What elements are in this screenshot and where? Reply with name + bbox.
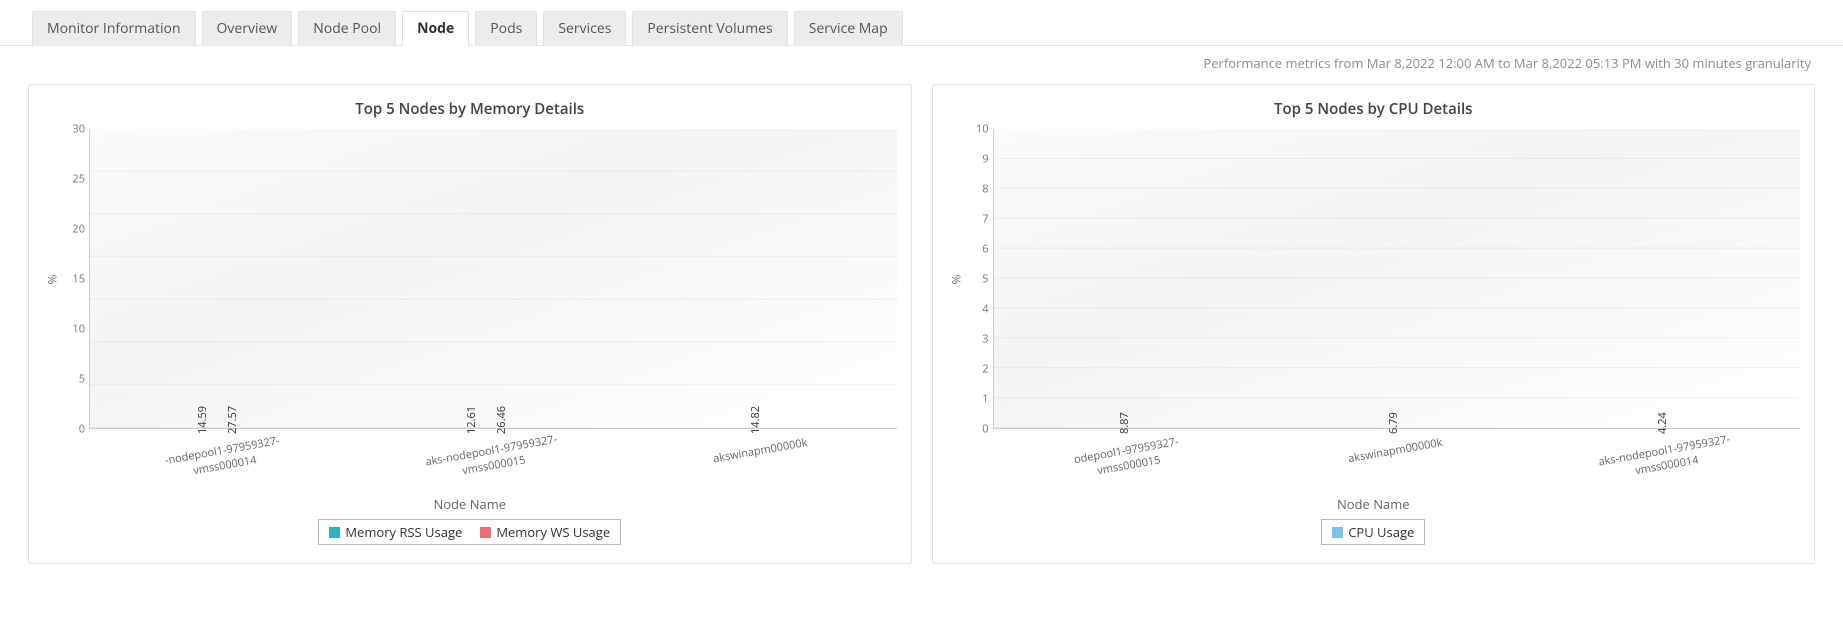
tab-monitor-info[interactable]: Monitor Information — [32, 11, 196, 46]
tab-overview[interactable]: Overview — [202, 11, 293, 46]
legend-label: CPU Usage — [1348, 523, 1414, 541]
bar-value-label: 4.24 — [1655, 412, 1670, 434]
ytick: 25 — [72, 172, 85, 187]
bar-value-label: 26.46 — [494, 406, 509, 434]
chart-cpu-body: % 012345678910 8.876.794.24 — [947, 129, 1801, 429]
legend-swatch — [1332, 527, 1343, 538]
ytick: 0 — [79, 422, 85, 437]
xlabel: aks-nodepool1-97959327- vmss000015 — [358, 420, 628, 496]
bar-value-label: 14.82 — [748, 406, 763, 434]
chart-memory: Top 5 Nodes by Memory Details % 0 5 10 15 20… — [28, 84, 912, 564]
tab-node[interactable]: Node — [402, 11, 469, 46]
bar-value-label: 12.61 — [464, 406, 479, 434]
ytick: 20 — [72, 222, 85, 237]
chart-memory-title: Top 5 Nodes by Memory Details — [43, 99, 897, 119]
ytick: 5 — [79, 372, 85, 387]
charts-row: Top 5 Nodes by Memory Details % 05101520… — [0, 76, 1843, 584]
ytick: 8 — [982, 182, 988, 197]
ytick: 10 — [72, 322, 85, 337]
chart-memory-xaxis-title: Node Name — [43, 495, 897, 513]
chart-memory-ylabel: % — [43, 129, 61, 429]
chart-cpu-legend: CPU Usage — [1321, 519, 1425, 545]
tab-service-map[interactable]: Service Map — [794, 11, 903, 46]
chart-cpu-title: Top 5 Nodes by CPU Details — [947, 99, 1801, 119]
chart-memory-xlabels: -nodepool1-97959327- vmss000014aks-nodep… — [43, 443, 897, 473]
ytick: 1 — [982, 392, 988, 407]
tab-pv[interactable]: Persistent Volumes — [632, 11, 787, 46]
bar-value-label: 6.79 — [1386, 412, 1401, 434]
tabs-bar: Monitor InformationOverviewNode PoolNode… — [0, 0, 1843, 46]
chart-cpu-plot: 8.876.794.24 — [993, 129, 1801, 429]
tab-node-pool[interactable]: Node Pool — [298, 11, 396, 46]
chart-memory-legend: Memory RSS Usage Memory WS Usage — [318, 519, 621, 545]
ytick: 4 — [982, 302, 988, 317]
chart-cpu-xlabels: odepool1-97959327- vmss000015akswinapm00… — [947, 443, 1801, 473]
chart-cpu: Top 5 Nodes by CPU Details % 0 1 2 3 4 5 6 7 8 9 1… — [932, 84, 1816, 564]
ytick: 0 — [982, 422, 988, 437]
tab-services[interactable]: Services — [543, 11, 626, 46]
time-range-text: Performance metrics from Mar 8,2022 12:0… — [0, 46, 1843, 76]
chart-memory-body: % 051015202530 14.5927.5712.6126.4614.82 — [43, 129, 897, 429]
legend-item[interactable]: CPU Usage — [1332, 523, 1414, 541]
legend-swatch — [329, 527, 340, 538]
ytick: 3 — [982, 332, 988, 347]
ytick: 5 — [982, 272, 988, 287]
legend-label: Memory WS Usage — [496, 523, 610, 541]
legend-label: Memory RSS Usage — [345, 523, 462, 541]
legend-swatch — [480, 527, 491, 538]
bar-value-label: 8.87 — [1117, 412, 1132, 434]
ytick: 9 — [982, 152, 988, 167]
chart-cpu-yticks: 012345678910 — [965, 129, 993, 429]
bar-value-label: 14.59 — [195, 406, 210, 434]
chart-memory-yticks: 051015202530 — [61, 129, 89, 429]
bar-value-label: 27.57 — [225, 406, 240, 434]
ytick: 6 — [982, 242, 988, 257]
chart-cpu-xaxis-title: Node Name — [947, 495, 1801, 513]
chart-cpu-ylabel: % — [947, 129, 965, 429]
legend-item[interactable]: Memory WS Usage — [480, 523, 610, 541]
legend-item[interactable]: Memory RSS Usage — [329, 523, 462, 541]
chart-memory-plot: 14.5927.5712.6126.4614.82 — [89, 129, 897, 429]
ytick: 15 — [72, 272, 85, 287]
ytick: 10 — [976, 122, 989, 137]
ytick: 7 — [982, 212, 988, 227]
tab-pods[interactable]: Pods — [475, 11, 537, 46]
ytick: 30 — [72, 122, 85, 137]
xlabel: -nodepool1-97959327- vmss000014 — [88, 420, 358, 496]
ytick: 2 — [982, 362, 988, 377]
